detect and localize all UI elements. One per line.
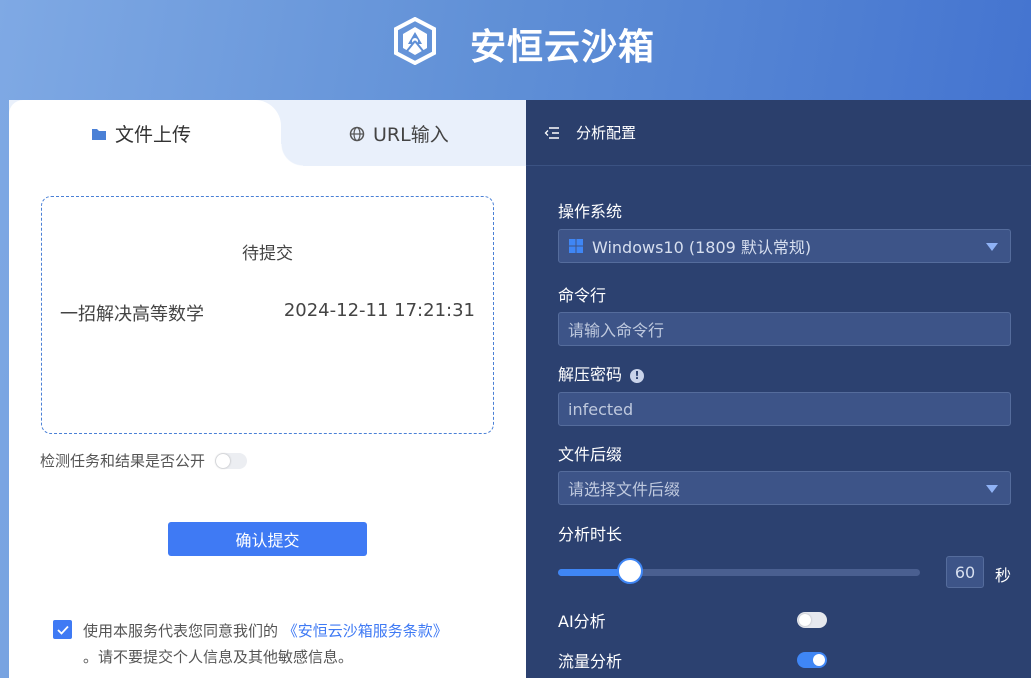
ai-toggle[interactable] (797, 612, 827, 628)
cmdline-input[interactable]: 请输入命令行 (558, 312, 1011, 346)
tab-bar: 文件上传 URL输入 (9, 100, 526, 166)
submit-button[interactable]: 确认提交 (168, 522, 367, 556)
traffic-toggle[interactable] (797, 652, 827, 668)
traffic-label: 流量分析 (558, 652, 623, 671)
upload-status: 待提交 (242, 244, 293, 264)
duration-slider-handle[interactable] (617, 558, 644, 584)
file-timestamp: 2024-12-11 17:21:31 (283, 300, 475, 321)
tab-url-input[interactable]: URL输入 (349, 120, 449, 147)
terms-link[interactable]: 《安恒云沙箱服务条款》 (283, 622, 448, 640)
cmdline-label: 命令行 (558, 286, 607, 305)
agreement-text: 使用本服务代表您同意我们的 《安恒云沙箱服务条款》 。请不要提交个人信息及其他敏… (53, 618, 493, 670)
chevron-down-icon (986, 243, 998, 251)
tab-url-input-label: URL输入 (373, 124, 449, 146)
suffix-placeholder: 请选择文件后缀 (568, 480, 681, 499)
public-toggle[interactable] (215, 452, 248, 469)
public-option-row: 检测任务和结果是否公开 (40, 450, 248, 471)
config-panel: 分析配置 操作系统 Windows10 (1809 默认常规) 命令行 请输入命… (526, 100, 1031, 678)
file-dropzone[interactable]: 待提交 一招解决高等数学 2024-12-11 17:21:31 (41, 196, 494, 434)
info-icon[interactable]: ! (630, 368, 645, 383)
suffix-label: 文件后缀 (558, 445, 623, 464)
config-header: 分析配置 (526, 100, 1031, 166)
windows-icon (569, 239, 583, 253)
chevron-down-icon (986, 485, 998, 493)
duration-unit: 秒 (995, 566, 1012, 585)
agreement-prefix: 使用本服务代表您同意我们的 (83, 622, 279, 640)
agreement-suffix: 。请不要提交个人信息及其他敏感信息。 (83, 648, 354, 666)
toggle-knob (813, 654, 825, 666)
globe-icon (349, 126, 365, 141)
menu-fold-icon[interactable] (544, 126, 560, 140)
tab-file-upload[interactable]: 文件上传 (91, 120, 191, 147)
file-name: 一招解决高等数学 (60, 304, 204, 325)
check-icon (56, 625, 69, 635)
cmdline-placeholder: 请输入命令行 (568, 321, 665, 340)
os-select[interactable]: Windows10 (1809 默认常规) (558, 229, 1011, 263)
tab-file-upload-label: 文件上传 (115, 124, 192, 146)
password-label: 解压密码 (558, 365, 623, 384)
duration-label: 分析时长 (558, 525, 623, 544)
os-value: Windows10 (1809 默认常规) (592, 238, 812, 257)
duration-slider-track[interactable] (558, 569, 920, 576)
public-option-label: 检测任务和结果是否公开 (40, 452, 206, 470)
config-title: 分析配置 (576, 124, 637, 142)
brand-title: 安恒云沙箱 (470, 27, 656, 68)
suffix-select[interactable]: 请选择文件后缀 (558, 471, 1011, 505)
password-value: infected (568, 399, 634, 419)
agreement-row: 使用本服务代表您同意我们的 《安恒云沙箱服务条款》 。请不要提交个人信息及其他敏… (53, 618, 493, 670)
ai-label: AI分析 (558, 612, 606, 631)
toggle-knob (216, 453, 231, 468)
os-label: 操作系统 (558, 202, 623, 221)
agreement-checkbox[interactable] (53, 620, 72, 639)
folder-icon (92, 128, 106, 140)
shield-logo-icon (394, 17, 436, 65)
password-label-row: 解压密码! (558, 361, 645, 385)
password-input[interactable]: infected (558, 392, 1011, 426)
page-header: 安恒云沙箱 (0, 0, 1031, 100)
upload-panel: 文件上传 URL输入 待提交 一招解决高等数学 2024-12-11 17:21… (9, 100, 526, 678)
toggle-knob (799, 614, 811, 626)
duration-input[interactable]: 60 (946, 556, 984, 588)
